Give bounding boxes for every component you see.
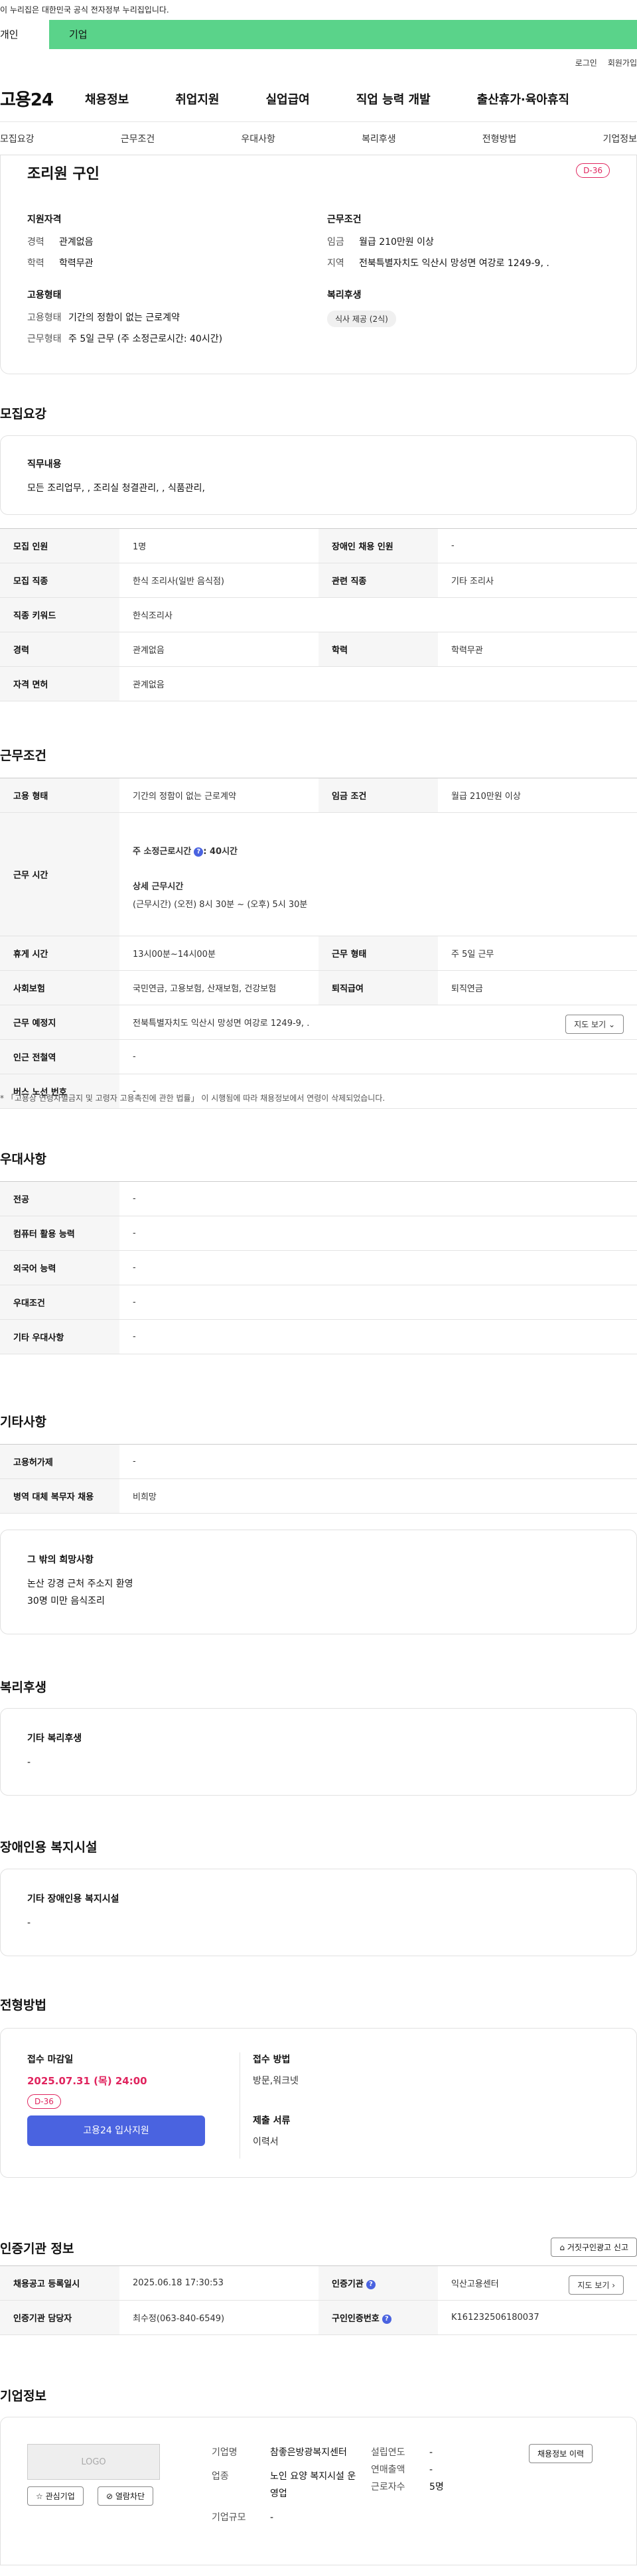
- table-row: 경력 관계없음 학력 학력무관: [0, 632, 637, 667]
- table-row: 근무 시간 주 소정근로시간?: 40시간 상세 근무시간 (근무시간) (오전…: [0, 812, 637, 936]
- map-view-button[interactable]: 지도 보기 ⌄: [565, 1015, 624, 1034]
- company-card: LOGO ☆ 관심기업 ⊘ 열람차단 기업명 참좋은방광복지센터 업종 노인 요양 …: [0, 2417, 637, 2565]
- section-title-work: 근무조건: [0, 749, 46, 763]
- work-table: 고용 형태 기간의 정함이 없는 근로계약 임금 조건 월급 210만원 이상 근무 …: [0, 778, 637, 1109]
- favorite-company-button[interactable]: ☆ 관심기업: [27, 2486, 84, 2506]
- anchor-work[interactable]: 근무조건: [121, 132, 155, 145]
- table-row: 모집 인원 1명 장애인 채용 인원 -: [0, 528, 637, 563]
- site-logo[interactable]: 고용24: [0, 86, 85, 111]
- agency-table: 채용공고 등록일시 2025.06.18 17:30:53 인증기관? 익산고용센터 지…: [0, 2265, 637, 2335]
- job-title: 조리원 구인: [27, 166, 100, 182]
- report-icon: ⌂: [559, 2243, 567, 2252]
- table-row: 채용공고 등록일시 2025.06.18 17:30:53 인증기관? 익산고용센터 지…: [0, 2265, 637, 2301]
- anchor-company[interactable]: 기업정보: [602, 132, 637, 145]
- global-nav: 고용24 채용정보 취업지원 실업급여 직업 능력 개발 출산휴가·육아휴직: [0, 76, 637, 122]
- section-title-etc: 기타사항: [0, 1415, 46, 1429]
- table-row: 전공 -: [0, 1181, 637, 1216]
- method-block: 접수 방법 방문,워크넷 제출 서류 이력서: [253, 2054, 299, 2147]
- hope-card: 그 밖의 희망사항 논산 강경 근처 주소지 환영 30명 미만 음식조리: [0, 1530, 637, 1634]
- employment-type-block: 고용형태 고용형태 기간의 정함이 없는 근로계약 근무형태 주 5일 근무 (주 …: [27, 290, 223, 344]
- table-row: 고용허가제 -: [0, 1444, 637, 1479]
- help-icon[interactable]: ?: [382, 2314, 391, 2324]
- table-row: 직종 키워드 한식조리사: [0, 597, 637, 632]
- disabled-card: 기타 장애인용 복지시설 -: [0, 1869, 637, 1956]
- dday-badge: D-36: [27, 2094, 61, 2109]
- anchor-pref[interactable]: 우대사항: [241, 132, 275, 145]
- qualification-block: 지원자격 경력 관계없음 학력 학력무관: [27, 214, 94, 269]
- gnb-jobs[interactable]: 채용정보: [85, 90, 129, 107]
- table-row: 외국어 능력 -: [0, 1250, 637, 1285]
- section-title-agency: 인증기관 정보: [0, 2242, 74, 2256]
- gnb-vocational-training[interactable]: 직업 능력 개발: [356, 90, 431, 107]
- company-logo-placeholder: LOGO: [27, 2444, 160, 2480]
- table-row: 컴퓨터 활용 능력 -: [0, 1216, 637, 1251]
- block-view-button[interactable]: ⊘ 열람차단: [98, 2486, 154, 2506]
- section-title-disabled: 장애인용 복지시설: [0, 1840, 98, 1855]
- table-row: 고용 형태 기간의 정함이 없는 근로계약 임금 조건 월급 210만원 이상: [0, 778, 637, 813]
- table-row: 인증기관 담당자 최수정(063-840-6549) 구인인증번호? K1612325…: [0, 2300, 637, 2335]
- welfare-pill: 식사 제공 (2식): [327, 311, 396, 327]
- table-row: 자격 면허 관계없음: [0, 666, 637, 701]
- false-ad-report-button[interactable]: ⌂ 거짓구인광고 신고: [551, 2238, 637, 2257]
- table-row: 근무 예정지 전북특별자치도 익산시 망성면 여강로 1249-9, . 지도 보기…: [0, 1005, 637, 1040]
- section-title-recruit: 모집요강: [0, 407, 46, 421]
- table-row: 휴게 시간 13시00분~14시00분 근무 형태 주 5일 근무: [0, 936, 637, 971]
- table-row: 인근 전철역 -: [0, 1039, 637, 1074]
- section-title-screening: 전형방법: [0, 1998, 46, 2013]
- dday-badge: D-36: [576, 163, 610, 178]
- table-row: 기타 우대사항 -: [0, 1319, 637, 1354]
- job-summary-card: 조리원 구인 D-36 지원자격 경력 관계없음 학력 학력무관 근무조건 임금 월급…: [0, 155, 637, 374]
- screening-card: 접수 마감일 2025.07.31 (목) 24:00 D-36 고용24 입사…: [0, 2028, 637, 2178]
- tab-personal[interactable]: 개인: [0, 20, 49, 49]
- anchor-welfare[interactable]: 복리후생: [362, 132, 396, 145]
- agency-map-button[interactable]: 지도 보기 ›: [569, 2275, 624, 2295]
- deadline-block: 접수 마감일 2025.07.31 (목) 24:00 D-36 고용24 입사…: [27, 2052, 220, 2146]
- table-row: 우대조건 -: [0, 1285, 637, 1320]
- site-tabs: 개인 기업: [0, 20, 637, 49]
- help-icon[interactable]: ?: [366, 2279, 376, 2289]
- star-icon: ☆: [36, 2492, 46, 2501]
- recruit-history-button[interactable]: 채용정보 이력: [529, 2444, 593, 2463]
- duty-text: 모든 조리업무, , 조리실 청결관리, , 식품관리,: [27, 483, 205, 494]
- recruit-table: 모집 인원 1명 장애인 채용 인원 - 모집 직종 한식 조리사(일반 음식점) 관련 …: [0, 528, 637, 701]
- tab-enterprise[interactable]: 기업: [49, 20, 105, 49]
- welfare-card: 기타 복리후생 -: [0, 1708, 637, 1796]
- apply-button[interactable]: 고용24 입사지원: [27, 2115, 205, 2146]
- help-icon[interactable]: ?: [194, 847, 204, 857]
- gnb-employment-support[interactable]: 취업지원: [175, 90, 219, 107]
- utility-menu: 로그인 회원가입: [0, 49, 637, 76]
- gov-banner: 이 누리집은 대한민국 공식 전자정부 누리집입니다.: [0, 5, 169, 15]
- company-info-right: 설립연도 - 연매출액 - 근로자수 5명: [371, 2447, 444, 2492]
- table-row: 병역 대체 복무자 채용 비희망: [0, 1478, 637, 1514]
- gnb-unemployment-benefit[interactable]: 실업급여: [266, 90, 310, 107]
- section-title-pref: 우대사항: [0, 1152, 46, 1167]
- section-title-welfare: 복리후생: [0, 1680, 46, 1695]
- deadline-date: 2025.07.31 (목) 24:00: [27, 2075, 147, 2087]
- gnb-parental-leave[interactable]: 출산휴가·육아휴직: [477, 90, 569, 107]
- table-row: 사회보험 국민연금, 고용보험, 산재보험, 건강보험 퇴직급여 퇴직연금: [0, 970, 637, 1005]
- company-info-left: 기업명 참좋은방광복지센터 업종 노인 요양 복지시설 운영업 기업규모 -: [212, 2447, 356, 2523]
- condition-block: 근무조건 임금 월급 210만원 이상 지역 전북특별자치도 익산시 망성면 여강로…: [327, 214, 549, 269]
- anchor-screening[interactable]: 전형방법: [482, 132, 517, 145]
- section-title-company: 기업정보: [0, 2389, 46, 2403]
- section-anchor-nav: 모집요강 근무조건 우대사항 복리후생 전형방법 기업정보: [0, 122, 637, 155]
- welfare-summary-block: 복리후생 식사 제공 (2식): [327, 288, 619, 327]
- table-row: 모집 직종 한식 조리사(일반 음식점) 관련 직종 기타 조리사: [0, 563, 637, 598]
- age-law-note: * 「고용상 연령차별금지 및 고령자 고용촉진에 관한 법률」 이 시행됨에 …: [0, 1094, 386, 1103]
- pref-table: 전공 - 컴퓨터 활용 능력 - 외국어 능력 - 우대조건 - 기타 우대사항 -: [0, 1181, 637, 1354]
- signup-link[interactable]: 회원가입: [608, 57, 637, 68]
- etc-table: 고용허가제 - 병역 대체 복무자 채용 비희망: [0, 1444, 637, 1514]
- block-icon: ⊘: [106, 2492, 115, 2501]
- duty-card: 직무내용 모든 조리업무, , 조리실 청결관리, , 식품관리,: [0, 435, 637, 515]
- anchor-recruit[interactable]: 모집요강: [0, 132, 35, 145]
- login-link[interactable]: 로그인: [575, 57, 597, 68]
